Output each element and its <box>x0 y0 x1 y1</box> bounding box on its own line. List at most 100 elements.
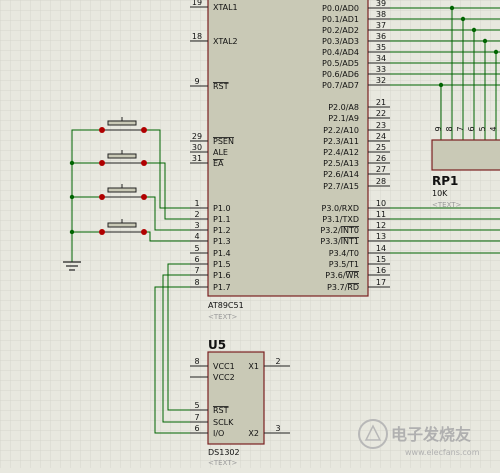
mcu-pin-number: 38 <box>376 10 386 19</box>
mcu-pin-number: 4 <box>194 232 199 241</box>
mcu-pin-name: P0.2/AD2 <box>322 26 359 35</box>
mcu-pin-number: 19 <box>192 0 202 7</box>
rp1-pin-number: 5 <box>478 126 487 131</box>
u5-pin-name: VCC1 <box>213 362 235 371</box>
rp1-pin-number: 8 <box>445 126 454 131</box>
mcu-text-tag: <TEXT> <box>208 313 238 321</box>
mcu-pin-number: 18 <box>192 32 202 41</box>
u5-ref: U5 <box>208 338 226 352</box>
mcu-pin-name: P3.4/T0 <box>329 249 359 258</box>
rp1-pin-number: 6 <box>467 126 476 131</box>
mcu-pin-number: 10 <box>376 199 386 208</box>
mcu-pin-name: P0.4/AD4 <box>322 48 359 57</box>
mcu-pin-number: 36 <box>376 32 386 41</box>
rp1-pin-number: 4 <box>489 126 498 131</box>
mcu-pin-name: P2.7/A15 <box>323 182 359 191</box>
u5-part-label: DS1302 <box>208 448 240 457</box>
u5-pin-name: VCC2 <box>213 373 235 382</box>
mcu-pin-number: 7 <box>194 266 199 275</box>
mcu-pin-name: RST <box>213 82 229 91</box>
u5-pin-number: 7 <box>194 413 199 422</box>
u5-pin-name: X2 <box>248 429 259 438</box>
mcu-pin-name: P0.5/AD5 <box>322 59 359 68</box>
mcu-pin-name: P2.2/A10 <box>323 126 359 135</box>
u5-pin-number: 2 <box>275 357 280 366</box>
mcu-pin-name: P2.4/A12 <box>323 148 359 157</box>
mcu-pin-number: 5 <box>194 244 199 253</box>
watermark-url: www.elecfans.com <box>405 448 480 457</box>
mcu-pin-number: 30 <box>192 143 202 152</box>
mcu-pin-number: 11 <box>376 210 386 219</box>
mcu-pin-number: 27 <box>376 165 386 174</box>
u5-pin-number: 8 <box>194 357 199 366</box>
mcu-part-label: AT89C51 <box>208 301 244 310</box>
mcu-pin-name: PSEN <box>213 137 234 146</box>
mcu-pin-name: XTAL2 <box>213 37 238 46</box>
mcu-pin-number: 14 <box>376 244 386 253</box>
mcu-pin-name: P1.4 <box>213 249 231 258</box>
schematic-svg: 19XTAL118XTAL29RST29PSEN30ALE31EA1P1.02P… <box>0 0 500 468</box>
mcu-pin-name: P1.0 <box>213 204 231 213</box>
mcu-pin-number: 3 <box>194 221 199 230</box>
rp1-pin-number: 7 <box>456 126 465 131</box>
u5-pin-number: 3 <box>275 424 280 433</box>
mcu-pin-name: P3.2/INT0 <box>320 226 359 235</box>
mcu-pin-number: 9 <box>194 77 199 86</box>
mcu-pin-number: 35 <box>376 43 386 52</box>
u5-pin-name: X1 <box>248 362 259 371</box>
rp1-pin-number: 9 <box>434 126 443 131</box>
mcu-pin-number: 22 <box>376 109 386 118</box>
mcu-pin-name: P2.1/A9 <box>328 114 359 123</box>
mcu-pin-name: P3.6/WR <box>325 271 359 280</box>
mcu-pin-name: ALE <box>213 148 228 157</box>
mcu-pin-name: P1.3 <box>213 237 231 246</box>
mcu-pin-name: P0.7/AD7 <box>322 81 359 90</box>
mcu-pin-number: 23 <box>376 121 386 130</box>
mcu-pin-number: 29 <box>192 132 202 141</box>
mcu-pin-name: P2.5/A13 <box>323 159 359 168</box>
rp1-ref: RP1 <box>432 174 458 188</box>
mcu-pin-number: 13 <box>376 232 386 241</box>
mcu-pin-name: P1.6 <box>213 271 231 280</box>
mcu-pin-number: 2 <box>194 210 199 219</box>
mcu-pin-name: P2.0/A8 <box>328 103 359 112</box>
rp1-text-tag: <TEXT> <box>432 201 462 209</box>
mcu-pin-name: P3.0/RXD <box>322 204 359 213</box>
mcu-pin-name: P1.5 <box>213 260 231 269</box>
mcu-pin-number: 24 <box>376 132 386 141</box>
mcu-pin-name: EA <box>213 159 224 168</box>
mcu-pin-number: 31 <box>192 154 202 163</box>
mcu-pin-name: P0.3/AD3 <box>322 37 359 46</box>
mcu-pin-name: P2.3/A11 <box>323 137 359 146</box>
mcu-pin-name: P1.7 <box>213 283 231 292</box>
mcu-pin-name: P1.2 <box>213 226 231 235</box>
mcu-pin-name: P0.0/AD0 <box>322 4 359 13</box>
u5-pin-number: 6 <box>194 424 199 433</box>
rp1-value: 10K <box>432 189 448 198</box>
mcu-pin-number: 25 <box>376 143 386 152</box>
mcu-pin-number: 26 <box>376 154 386 163</box>
mcu-pin-number: 15 <box>376 255 386 264</box>
mcu-pin-number: 8 <box>194 278 199 287</box>
mcu-pin-number: 28 <box>376 177 386 186</box>
mcu-pin-number: 39 <box>376 0 386 8</box>
mcu-pin-name: P0.6/AD6 <box>322 70 359 79</box>
mcu-pin-number: 16 <box>376 266 386 275</box>
mcu-pin-number: 34 <box>376 54 386 63</box>
mcu-pin-name: P2.6/A14 <box>323 170 359 179</box>
mcu-pin-name: P3.5/T1 <box>329 260 359 269</box>
u5-text-tag: <TEXT> <box>208 459 238 467</box>
mcu-pin-number: 37 <box>376 21 386 30</box>
rp1-body <box>431 139 500 171</box>
mcu-pin-number: 21 <box>376 98 386 107</box>
mcu-pin-name: P3.1/TXD <box>322 215 359 224</box>
schematic-canvas: 19 XTAL1 18 XTAL2 9 RST 29 PSEN 30 ALE 31 EA 1 P1.0 2 P… <box>0 0 500 468</box>
mcu-pin-name: XTAL1 <box>213 3 238 12</box>
mcu-pin-number: 6 <box>194 255 199 264</box>
mcu-pin-number: 17 <box>376 278 386 287</box>
mcu-at89c51[interactable]: 19 XTAL1 18 XTAL2 9 RST 29 PSEN 30 ALE 31 EA 1 P1.0 2 P… <box>190 0 390 321</box>
mcu-pin-name: P0.1/AD1 <box>322 15 359 24</box>
watermark-text: 电子发烧友 <box>391 425 472 444</box>
mcu-pin-name: P3.7/RD <box>327 283 359 292</box>
mcu-pin-number: 32 <box>376 76 386 85</box>
